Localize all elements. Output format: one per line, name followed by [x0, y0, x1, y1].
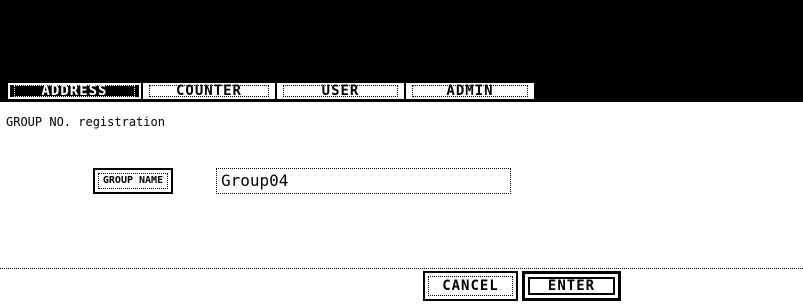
enter-button-label: ENTER [528, 277, 615, 295]
page-title: GROUP NO. registration [6, 115, 165, 129]
tab-user-label: USER [283, 84, 398, 98]
divider [0, 268, 803, 269]
tab-address-label: ADDRESS [14, 84, 135, 98]
group-name-button[interactable]: GROUP NAME [93, 168, 173, 194]
cancel-button[interactable]: CANCEL [423, 271, 518, 301]
tab-admin-label: ADMIN [412, 84, 528, 98]
cancel-button-label: CANCEL [428, 276, 513, 296]
tab-counter-label: COUNTER [149, 84, 269, 98]
tab-address[interactable]: ADDRESS [8, 83, 141, 99]
tab-bar: ADDRESS COUNTER USER ADMIN [0, 81, 803, 102]
enter-button[interactable]: ENTER [522, 271, 621, 301]
group-name-field[interactable]: Group04 [216, 168, 511, 194]
tab-admin[interactable]: ADMIN [406, 83, 534, 99]
group-name-button-label: GROUP NAME [98, 173, 168, 189]
tab-counter[interactable]: COUNTER [143, 83, 275, 99]
header-bar [0, 0, 803, 81]
tab-user[interactable]: USER [277, 83, 404, 99]
